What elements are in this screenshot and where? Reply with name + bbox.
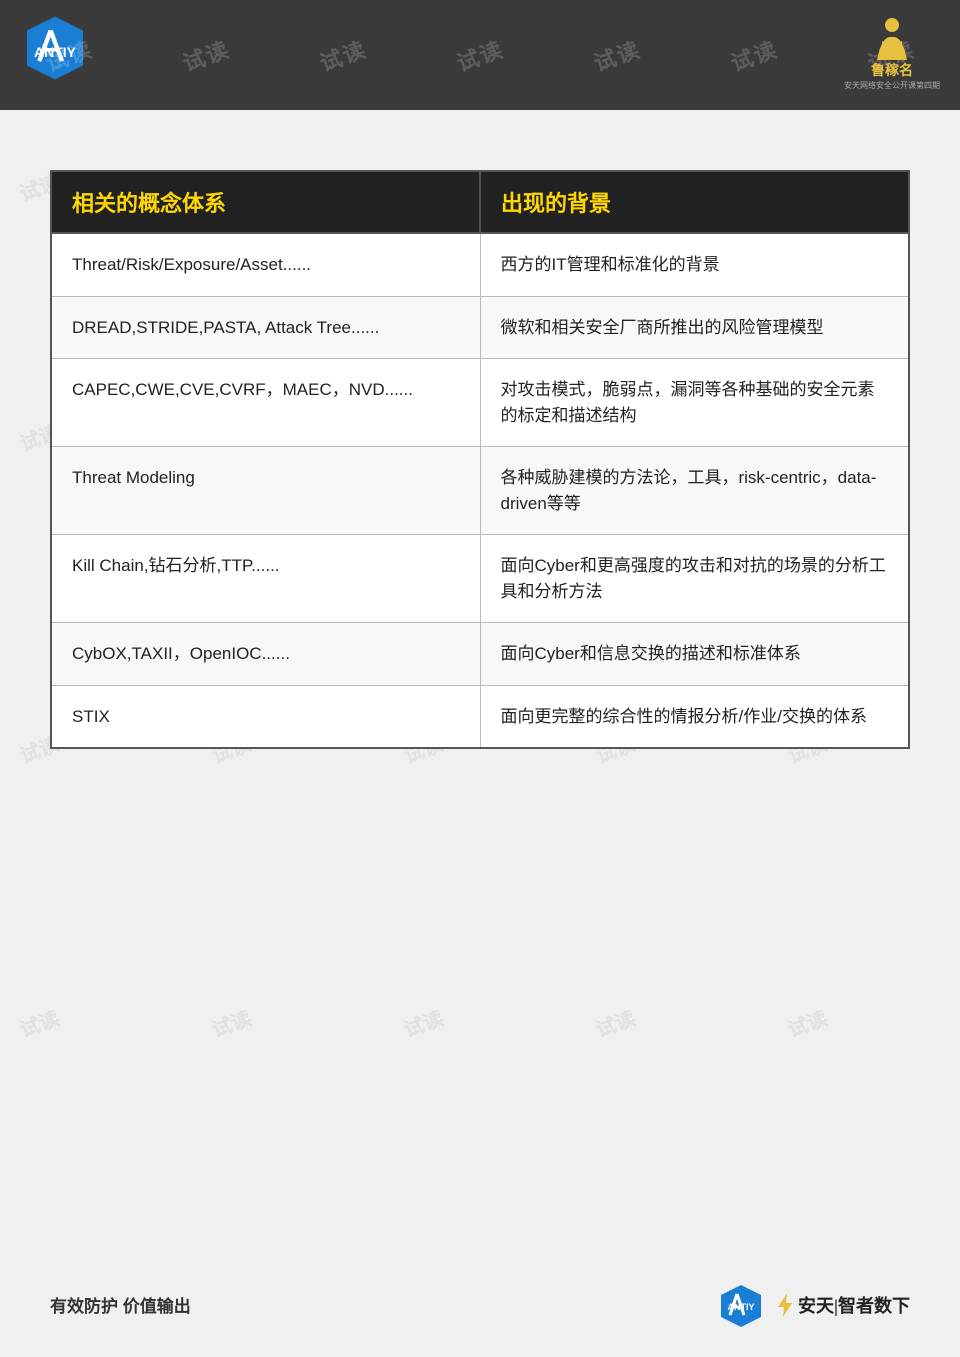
table-cell-col2-3: 各种威胁建模的方法论，工具，risk-centric，data-driven等等 [480, 447, 909, 535]
table-cell-col1-1: DREAD,STRIDE,PASTA, Attack Tree...... [51, 296, 480, 359]
footer-brand: ANTIY 安天|智者数下 [716, 1282, 910, 1327]
footer-brand-label: 安天|智者数下 [798, 1292, 910, 1318]
footer-brand-text-container: 安天|智者数下 [774, 1291, 910, 1319]
watermark-4: 试读 [452, 32, 508, 78]
table-cell-col1-2: CAPEC,CWE,CVE,CVRF，MAEC，NVD...... [51, 359, 480, 447]
table-cell-col1-3: Threat Modeling [51, 447, 480, 535]
table-row: Threat/Risk/Exposure/Asset......西方的IT管理和… [51, 233, 909, 296]
table-cell-col2-5: 面向Cyber和信息交换的描述和标准体系 [480, 623, 909, 686]
table-row: CAPEC,CWE,CVE,CVRF，MAEC，NVD......对攻击模式，脆… [51, 359, 909, 447]
table-cell-col2-6: 面向更完整的综合性的情报分析/作业/交换的体系 [480, 685, 909, 748]
table-cell-col2-2: 对攻击模式，脆弱点，漏洞等各种基础的安全元素的标定和描述结构 [480, 359, 909, 447]
bwm-19: 试读 [591, 1002, 639, 1043]
header-watermarks: 试读 试读 试读 试读 试读 试读 试读 [0, 0, 960, 110]
bwm-16: 试读 [15, 1002, 63, 1043]
col1-header: 相关的概念体系 [51, 171, 480, 233]
brand-subtitle: 安天网络安全公开课第四期 [844, 80, 940, 91]
table-cell-col2-4: 面向Cyber和更高强度的攻击和对抗的场景的分析工具和分析方法 [480, 535, 909, 623]
brand-logo-icon [862, 15, 922, 60]
table-row: DREAD,STRIDE,PASTA, Attack Tree......微软和… [51, 296, 909, 359]
bwm-18: 试读 [399, 1002, 447, 1043]
watermark-3: 试读 [315, 32, 371, 78]
header: ANTIY 试读 试读 试读 试读 试读 试读 试读 鲁稼名 安天网络安全公开课… [0, 0, 960, 110]
header-brand: 鲁稼名 安天网络安全公开课第四期 [844, 15, 940, 91]
footer-logo-icon: ANTIY [716, 1282, 766, 1327]
bwm-17: 试读 [207, 1002, 255, 1043]
table-cell-col2-1: 微软和相关安全厂商所推出的风险管理模型 [480, 296, 909, 359]
table-row: STIX面向更完整的综合性的情报分析/作业/交换的体系 [51, 685, 909, 748]
table-row: CybOX,TAXII，OpenIOC......面向Cyber和信息交换的描述… [51, 623, 909, 686]
bwm-20: 试读 [783, 1002, 831, 1043]
table-cell-col1-6: STIX [51, 685, 480, 748]
table-row: Threat Modeling各种威胁建模的方法论，工具，risk-centri… [51, 447, 909, 535]
col2-header: 出现的背景 [480, 171, 909, 233]
table-cell-col1-5: CybOX,TAXII，OpenIOC...... [51, 623, 480, 686]
main-content: 相关的概念体系 出现的背景 Threat/Risk/Exposure/Asset… [0, 110, 960, 789]
footer-brand-row: 安天|智者数下 [774, 1291, 910, 1319]
brand-name: 鲁稼名 [871, 60, 913, 80]
table-row: Kill Chain,钻石分析,TTP......面向Cyber和更高强度的攻击… [51, 535, 909, 623]
watermark-5: 试读 [589, 32, 645, 78]
concept-table: 相关的概念体系 出现的背景 Threat/Risk/Exposure/Asset… [50, 170, 910, 749]
footer-slogan: 有效防护 价值输出 [50, 1292, 191, 1317]
footer: 有效防护 价值输出 ANTIY 安天|智者数下 [0, 1282, 960, 1327]
header-logo: ANTIY [20, 13, 105, 98]
lightning-icon [774, 1291, 796, 1319]
watermark-2: 试读 [178, 32, 234, 78]
watermark-6: 试读 [726, 32, 782, 78]
table-cell-col1-4: Kill Chain,钻石分析,TTP...... [51, 535, 480, 623]
table-cell-col2-0: 西方的IT管理和标准化的背景 [480, 233, 909, 296]
table-header-row: 相关的概念体系 出现的背景 [51, 171, 909, 233]
table-cell-col1-0: Threat/Risk/Exposure/Asset...... [51, 233, 480, 296]
